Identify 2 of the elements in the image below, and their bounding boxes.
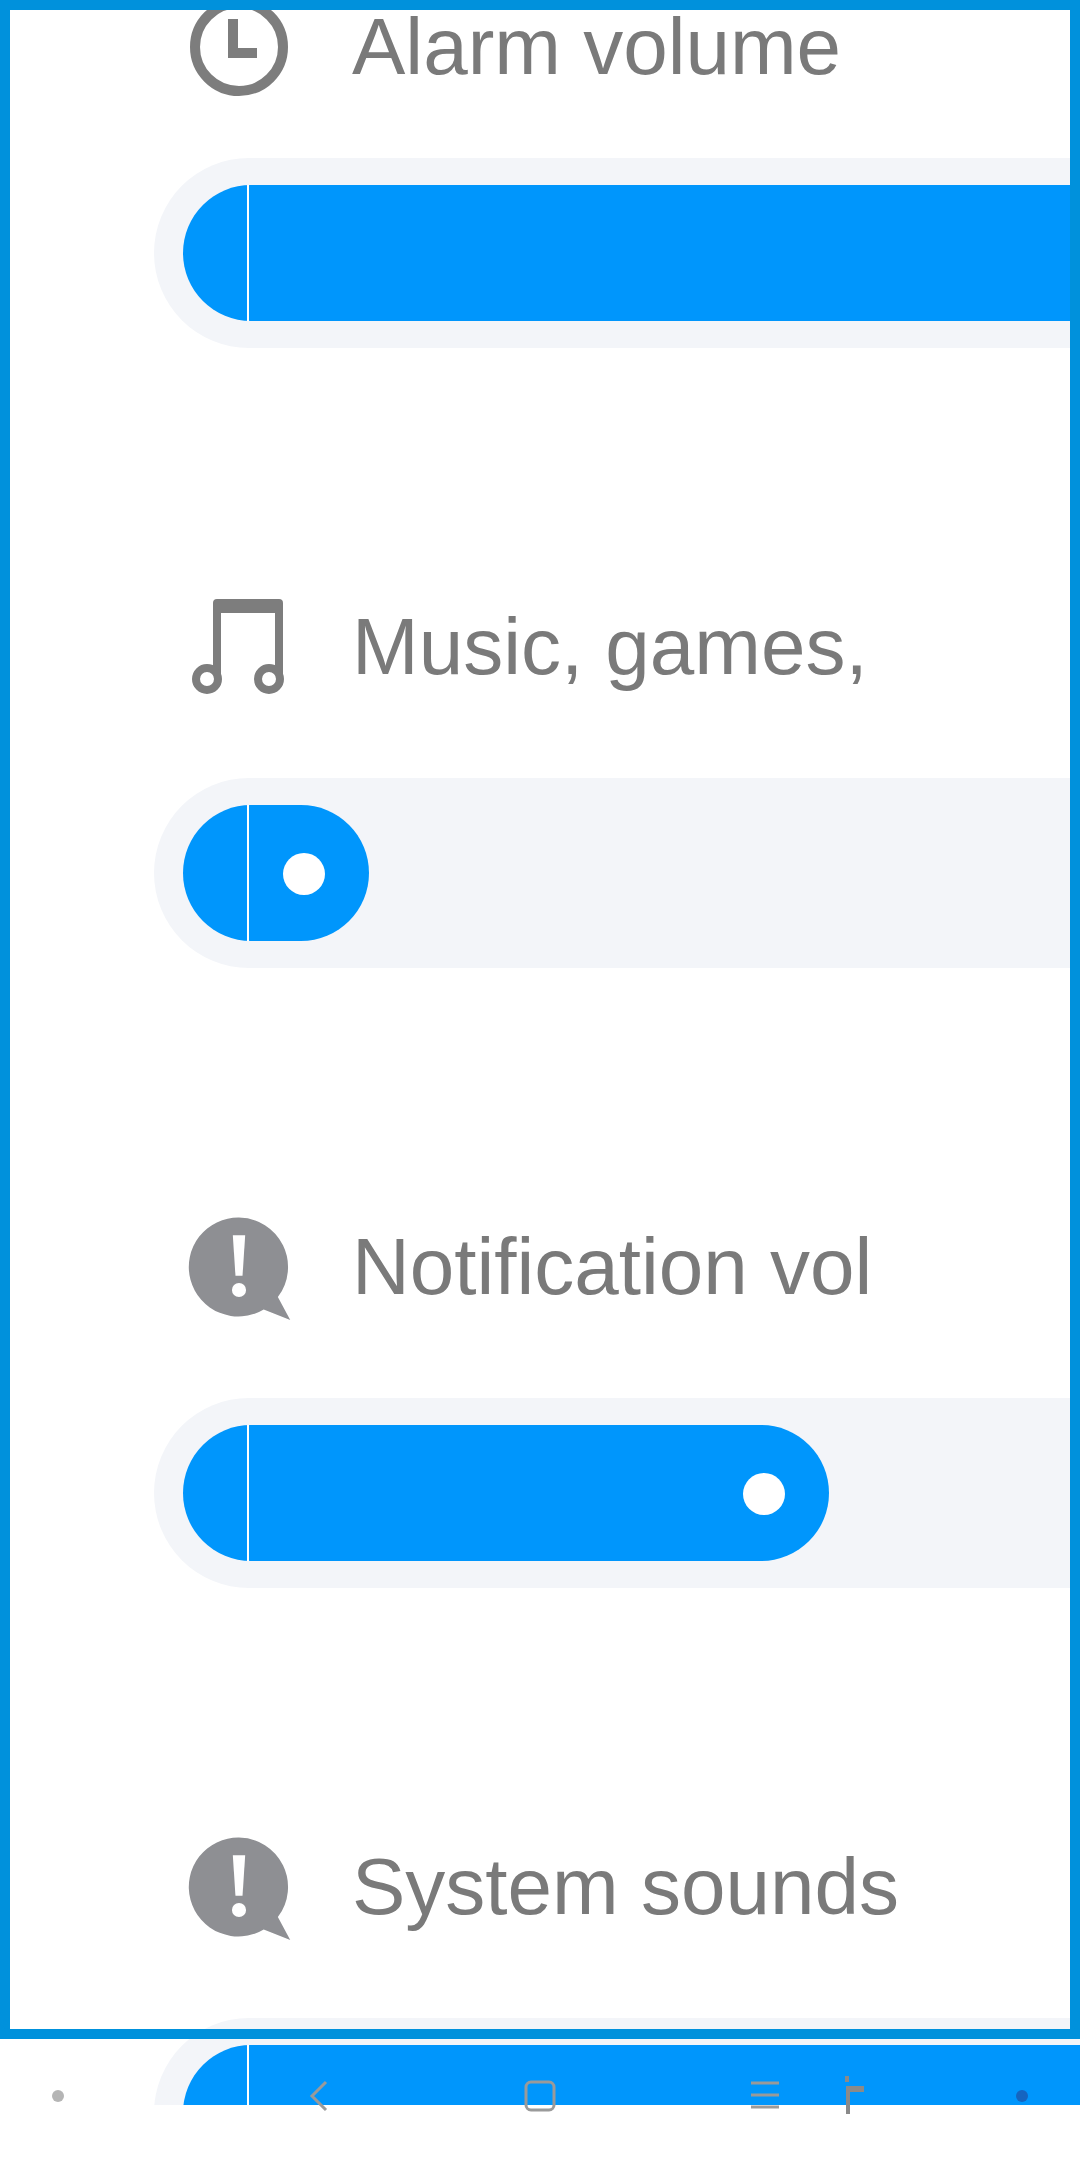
slider-label: Alarm volume xyxy=(352,7,842,87)
slider-label: Notification vol xyxy=(352,1227,873,1307)
